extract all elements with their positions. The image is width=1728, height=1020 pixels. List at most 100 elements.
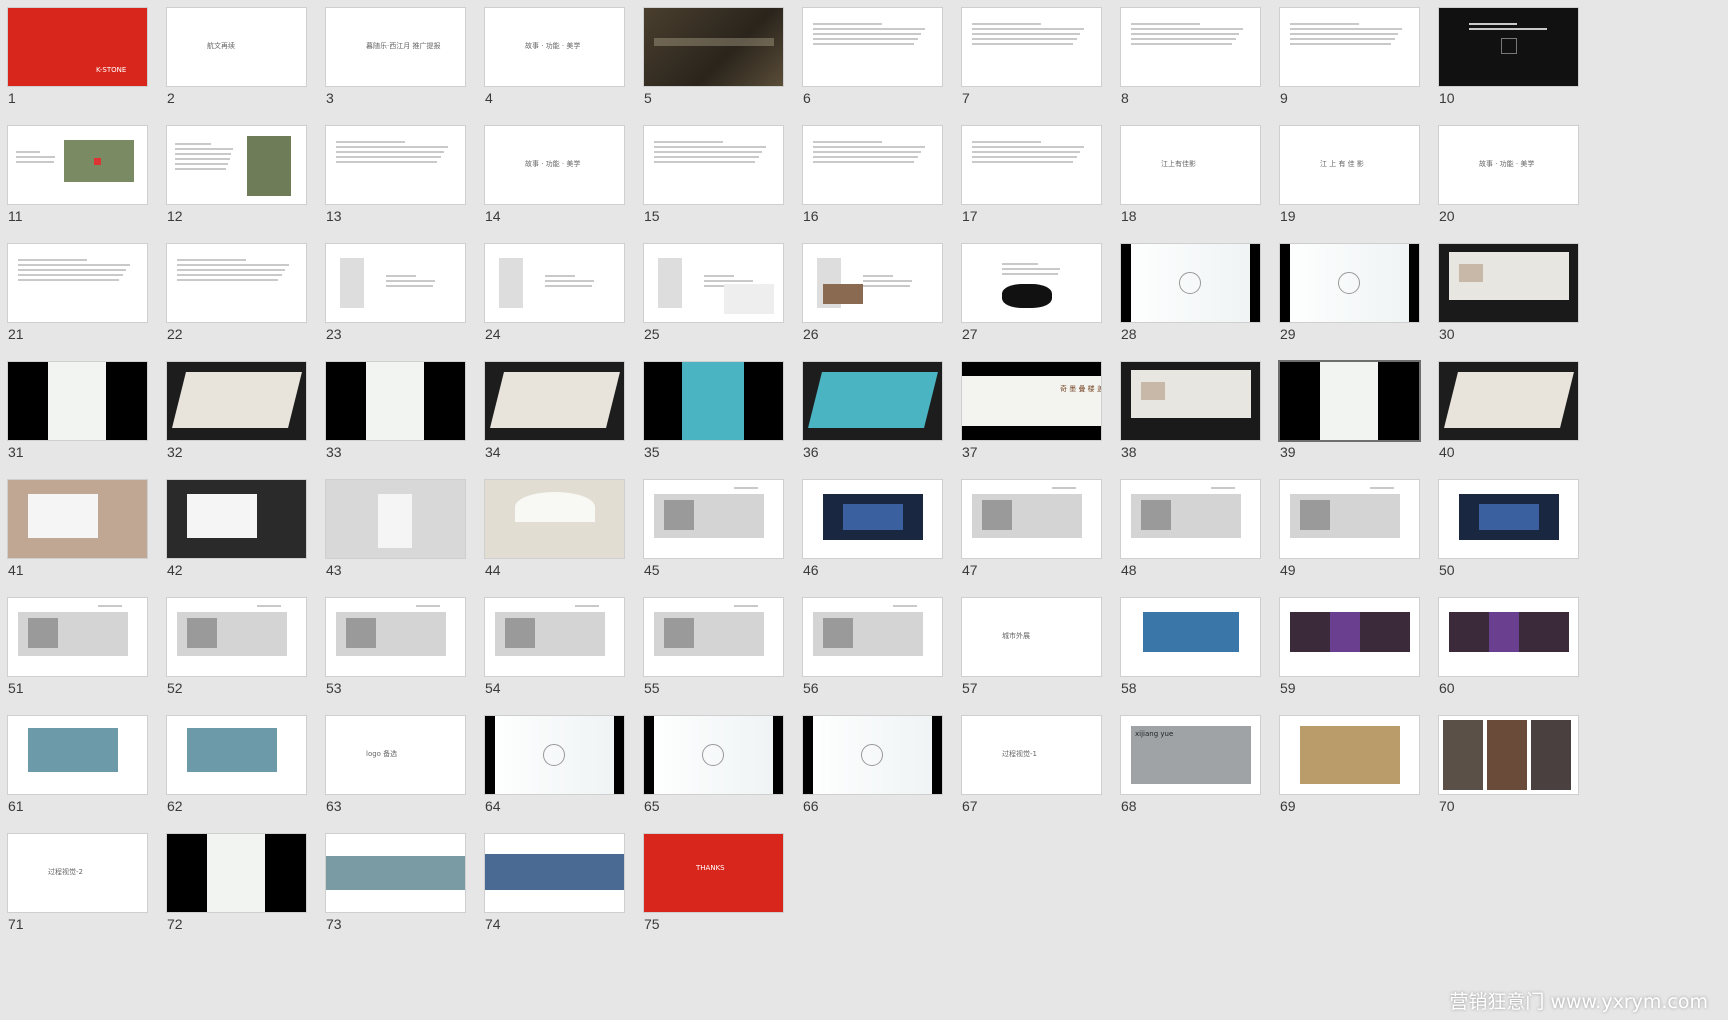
slide-cell: 江 上 有 佳 影 19 bbox=[1272, 118, 1447, 248]
slide-thumbnail[interactable] bbox=[326, 834, 465, 912]
slide-thumbnail[interactable]: 奇 墨 叠 楼 盖 墅 bbox=[962, 362, 1101, 440]
book-image bbox=[1444, 372, 1574, 428]
slide-number: 27 bbox=[962, 326, 978, 342]
slide-thumbnail[interactable] bbox=[1439, 598, 1578, 676]
slide-thumbnail[interactable] bbox=[803, 716, 942, 794]
slide-thumbnail[interactable] bbox=[1439, 716, 1578, 794]
slide-thumbnail[interactable] bbox=[167, 834, 306, 912]
slide-number: 56 bbox=[803, 680, 819, 696]
wave-poster bbox=[682, 362, 744, 440]
slide-thumbnail[interactable] bbox=[326, 480, 465, 558]
slide-thumbnail[interactable] bbox=[167, 598, 306, 676]
side-bar bbox=[1409, 244, 1419, 322]
slide-thumbnail[interactable] bbox=[1439, 480, 1578, 558]
slide-thumbnail[interactable] bbox=[1439, 362, 1578, 440]
slide-thumbnail[interactable] bbox=[8, 244, 147, 322]
slide-thumbnail[interactable] bbox=[8, 480, 147, 558]
slide-thumbnail[interactable] bbox=[803, 598, 942, 676]
text-lines bbox=[1052, 484, 1092, 492]
slide-thumbnail[interactable] bbox=[485, 244, 624, 322]
slide-thumbnail[interactable] bbox=[167, 362, 306, 440]
slide-thumbnail[interactable] bbox=[644, 716, 783, 794]
slide-thumbnail[interactable] bbox=[1280, 244, 1419, 322]
text-lines bbox=[972, 20, 1087, 48]
slide-thumbnail[interactable] bbox=[8, 126, 147, 204]
slide-thumbnail[interactable] bbox=[803, 480, 942, 558]
slide-thumbnail[interactable] bbox=[167, 126, 306, 204]
slide-thumbnail[interactable] bbox=[644, 126, 783, 204]
map-pin bbox=[94, 158, 101, 165]
slide-number: 52 bbox=[167, 680, 183, 696]
slide-thumbnail[interactable]: 过程视觉-2 bbox=[8, 834, 147, 912]
slide-thumbnail[interactable] bbox=[1280, 480, 1419, 558]
slide-thumbnail[interactable] bbox=[167, 716, 306, 794]
slide-thumbnail[interactable] bbox=[962, 8, 1101, 86]
slide-thumbnail[interactable] bbox=[8, 598, 147, 676]
slide-thumbnail[interactable] bbox=[167, 244, 306, 322]
slide-thumbnail[interactable] bbox=[803, 362, 942, 440]
text-lines bbox=[863, 272, 913, 290]
slide-thumbnail[interactable]: xijiang yue bbox=[1121, 716, 1260, 794]
slide-thumbnail[interactable] bbox=[962, 480, 1101, 558]
slide-thumbnail[interactable] bbox=[644, 362, 783, 440]
text-lines bbox=[813, 138, 928, 166]
slide-thumbnail[interactable] bbox=[485, 716, 624, 794]
slide-thumbnail[interactable]: 故事 · 功能 · 美学 bbox=[485, 126, 624, 204]
slide-cell: 46 bbox=[795, 472, 970, 602]
slide-thumbnail[interactable] bbox=[803, 244, 942, 322]
slide-thumbnail[interactable]: THANKS bbox=[644, 834, 783, 912]
slide-thumbnail[interactable]: 江 上 有 佳 影 bbox=[1280, 126, 1419, 204]
slide-thumbnail[interactable]: logo 备选 bbox=[326, 716, 465, 794]
slide-thumbnail[interactable]: K-STONE bbox=[8, 8, 147, 86]
slide-cell: 50 bbox=[1431, 472, 1606, 602]
slide-thumbnail[interactable] bbox=[962, 126, 1101, 204]
slide-thumbnail[interactable] bbox=[1280, 716, 1419, 794]
slide-thumbnail[interactable] bbox=[644, 8, 783, 86]
slide-thumbnail[interactable] bbox=[1280, 598, 1419, 676]
logo-ring bbox=[543, 744, 565, 766]
slide-thumbnail[interactable] bbox=[485, 362, 624, 440]
slide-thumbnail[interactable] bbox=[1121, 362, 1260, 440]
slide-number: 9 bbox=[1280, 90, 1288, 106]
slide-thumbnail[interactable] bbox=[1121, 8, 1260, 86]
slide-thumbnail[interactable] bbox=[962, 244, 1101, 322]
slide-thumbnail[interactable] bbox=[1280, 8, 1419, 86]
slide-thumbnail[interactable] bbox=[485, 480, 624, 558]
slide-thumbnail[interactable]: 航文再续 bbox=[167, 8, 306, 86]
slide-thumbnail[interactable] bbox=[1280, 362, 1419, 440]
slide-thumbnail[interactable] bbox=[8, 716, 147, 794]
slide-thumbnail[interactable] bbox=[1121, 598, 1260, 676]
billboard-logo bbox=[1141, 382, 1165, 400]
slide-thumbnail[interactable] bbox=[644, 598, 783, 676]
slide-number: 69 bbox=[1280, 798, 1296, 814]
slide-thumbnail[interactable] bbox=[485, 598, 624, 676]
slide-thumbnail[interactable] bbox=[1439, 8, 1578, 86]
slide-thumbnail[interactable]: 故事 · 功能 · 美学 bbox=[485, 8, 624, 86]
slide-thumbnail[interactable] bbox=[485, 834, 624, 912]
slide-thumbnail[interactable] bbox=[644, 480, 783, 558]
slide-thumbnail[interactable] bbox=[1121, 480, 1260, 558]
side-bar bbox=[1280, 244, 1290, 322]
slide-number: 11 bbox=[8, 208, 23, 224]
slide-thumbnail[interactable] bbox=[326, 244, 465, 322]
slide-thumbnail[interactable] bbox=[803, 8, 942, 86]
slide-thumbnail[interactable]: 故事 · 功能 · 美学 bbox=[1439, 126, 1578, 204]
slide-thumbnail[interactable] bbox=[326, 598, 465, 676]
slide-thumbnail[interactable] bbox=[644, 244, 783, 322]
slide-thumbnail[interactable] bbox=[8, 362, 147, 440]
slide-thumbnail[interactable]: 过程视觉-1 bbox=[962, 716, 1101, 794]
slide-thumbnail[interactable] bbox=[326, 362, 465, 440]
side-bar bbox=[644, 716, 654, 794]
slide-cell: 34 bbox=[477, 354, 652, 484]
slide-thumbnail[interactable]: 城市外展 bbox=[962, 598, 1101, 676]
text-lines bbox=[1290, 20, 1405, 48]
slide-thumbnail[interactable] bbox=[1439, 244, 1578, 322]
slide-thumbnail[interactable] bbox=[803, 126, 942, 204]
brush-stroke bbox=[1002, 284, 1052, 308]
slide-number: 19 bbox=[1280, 208, 1296, 224]
slide-thumbnail[interactable]: 江上有佳影 bbox=[1121, 126, 1260, 204]
slide-thumbnail[interactable]: 暮随乐·西江月 推广提报 bbox=[326, 8, 465, 86]
slide-thumbnail[interactable] bbox=[1121, 244, 1260, 322]
slide-thumbnail[interactable] bbox=[326, 126, 465, 204]
slide-thumbnail[interactable] bbox=[167, 480, 306, 558]
